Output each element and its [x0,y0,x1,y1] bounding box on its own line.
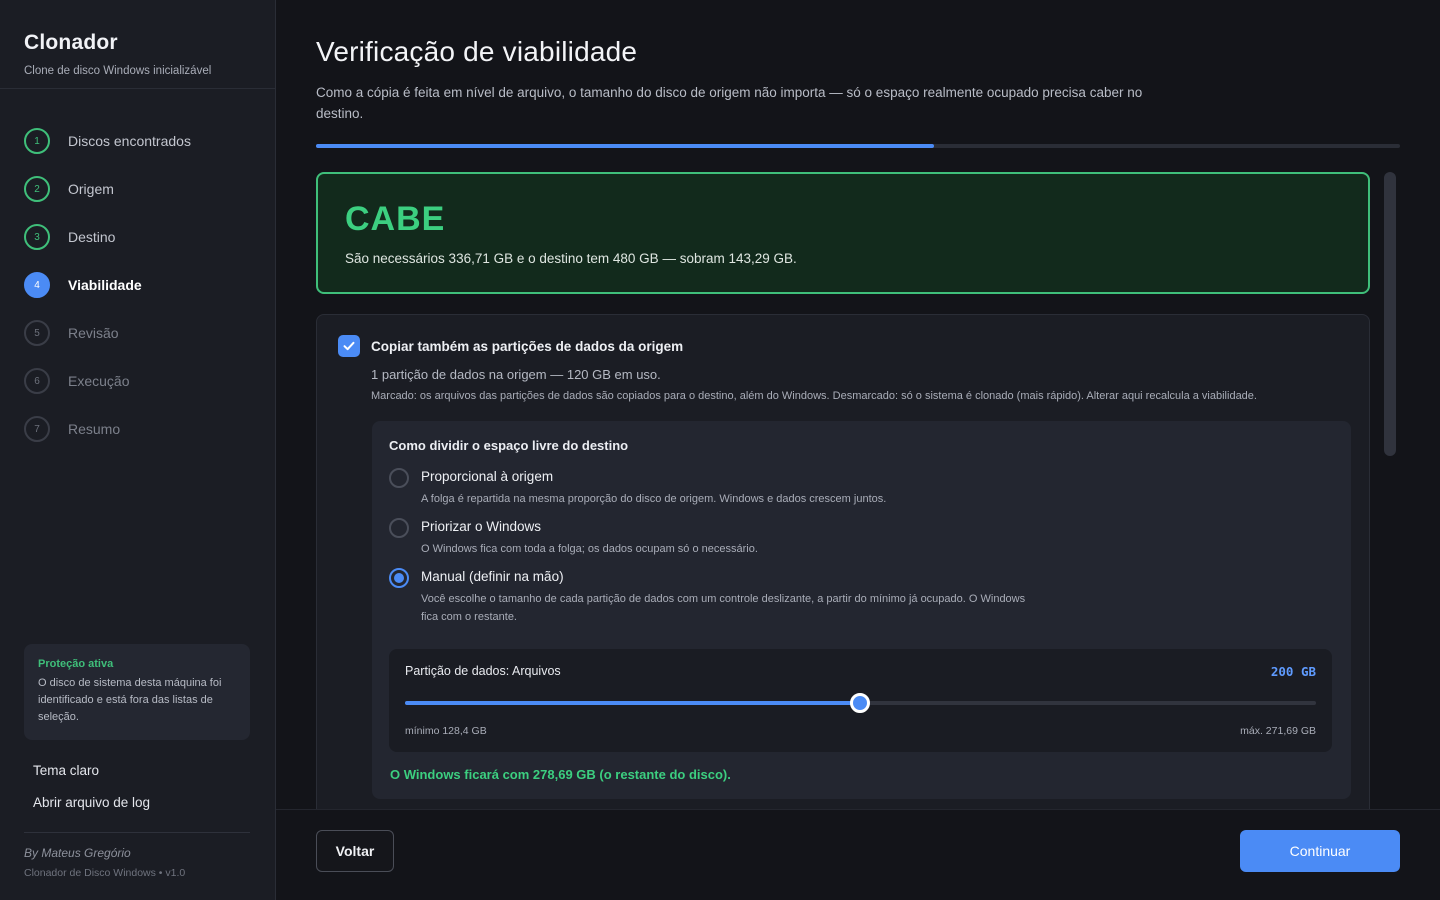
radio-label: Proporcional à origem [421,469,554,484]
radio-button[interactable] [389,518,409,538]
step-resumo[interactable]: 7 Resumo [24,405,191,453]
step-number: 6 [24,368,50,394]
step-revisao[interactable]: 5 Revisão [24,309,191,357]
step-origem[interactable]: 2 Origem [24,165,191,213]
light-theme-link[interactable]: Tema claro [33,763,99,778]
protection-notice: Proteção ativa O disco de sistema desta … [24,644,250,740]
step-label: Origem [68,181,114,197]
step-number: 5 [24,320,50,346]
step-label: Execução [68,373,130,389]
windows-remaining-note: O Windows ficará com 278,69 GB (o restan… [390,767,731,782]
app-title: Clonador [24,31,118,54]
main-content: Verificação de viabilidade Como a cópia … [276,0,1440,900]
author-credit: By Mateus Gregório [24,846,131,860]
slider-label: Partição de dados: Arquivos [405,664,561,678]
step-viabilidade[interactable]: 4 Viabilidade [24,261,191,309]
checkmark-icon [343,341,355,351]
page-title: Verificação de viabilidade [316,36,638,67]
slider-max-label: máx. 271,69 GB [1240,725,1316,737]
slider-value: 200 GB [1270,664,1316,679]
app-version: Clonador de Disco Windows • v1.0 [24,867,186,879]
slider-thumb[interactable] [850,693,871,713]
page-description: Como a cópia é feita em nível de arquivo… [316,85,1143,121]
step-label: Resumo [68,421,121,437]
sidebar: Clonador Clone de disco Windows iniciali… [0,0,276,900]
split-title: Como dividir o espaço livre do destino [389,438,629,453]
data-partition-slider-box: Partição de dados: Arquivos 200 GB mínim… [389,649,1332,752]
content-scrollbar[interactable] [1384,172,1396,456]
radio-description: A folga é repartida na mesma proporção d… [421,493,887,505]
step-number: 2 [24,176,50,202]
step-label: Destino [68,229,116,245]
sidebar-footer-divider [24,832,250,833]
open-log-link[interactable]: Abrir arquivo de log [33,795,150,810]
protection-text: O disco de sistema desta máquina foi ide… [38,677,222,723]
radio-description: Você escolhe o tamanho de cada partição … [421,593,1026,623]
wizard-steps: 1 Discos encontrados 2 Origem 3 Destino … [24,117,191,453]
slider-fill [405,701,861,705]
copy-data-partitions-checkbox[interactable] [338,335,360,357]
step-label: Discos encontrados [68,133,191,149]
slider-track[interactable] [405,693,1316,713]
continue-button[interactable]: Continuar [1240,830,1400,872]
verdict-title: CABE [345,200,446,238]
wizard-progress-fill [316,144,934,148]
radio-description: O Windows fica com toda a folga; os dado… [421,543,758,555]
step-number: 1 [24,128,50,154]
step-number: 7 [24,416,50,442]
sidebar-divider [0,88,275,89]
radio-button[interactable] [389,468,409,488]
step-number: 3 [24,224,50,250]
step-execucao[interactable]: 6 Execução [24,357,191,405]
verdict-text: São necessários 336,71 GB e o destino te… [345,251,797,266]
wizard-progress-bar [316,144,1400,148]
step-number: 4 [24,272,50,298]
app-window: Clonador Clone de disco Windows iniciali… [0,0,1440,900]
radio-label: Priorizar o Windows [421,519,542,534]
footer-divider [276,809,1440,810]
data-partitions-card: Copiar também as partições de dados da o… [316,314,1370,809]
brand: Clonador Clone de disco Windows iniciali… [24,31,211,77]
radio-button-selected[interactable] [389,568,409,588]
app-subtitle: Clone de disco Windows inicializável [24,65,212,77]
copy-data-partitions-label[interactable]: Copiar também as partições de dados da o… [371,339,683,354]
content-scroll-area[interactable]: CABE São necessários 336,71 GB e o desti… [316,172,1372,809]
radio-label: Manual (definir na mão) [421,569,564,584]
data-partitions-info: 1 partição de dados na origem — 120 GB e… [371,367,661,382]
feasibility-verdict: CABE São necessários 336,71 GB e o desti… [316,172,1370,294]
step-discos-encontrados[interactable]: 1 Discos encontrados [24,117,191,165]
back-button[interactable]: Voltar [316,830,394,872]
step-label: Viabilidade [68,277,142,293]
step-label: Revisão [68,325,119,341]
slider-min-label: mínimo 128,4 GB [405,725,487,737]
protection-title: Proteção ativa [38,658,114,670]
data-partitions-note: Marcado: os arquivos das partições de da… [371,390,1257,402]
free-space-split-panel: Como dividir o espaço livre do destino P… [372,421,1351,799]
step-destino[interactable]: 3 Destino [24,213,191,261]
